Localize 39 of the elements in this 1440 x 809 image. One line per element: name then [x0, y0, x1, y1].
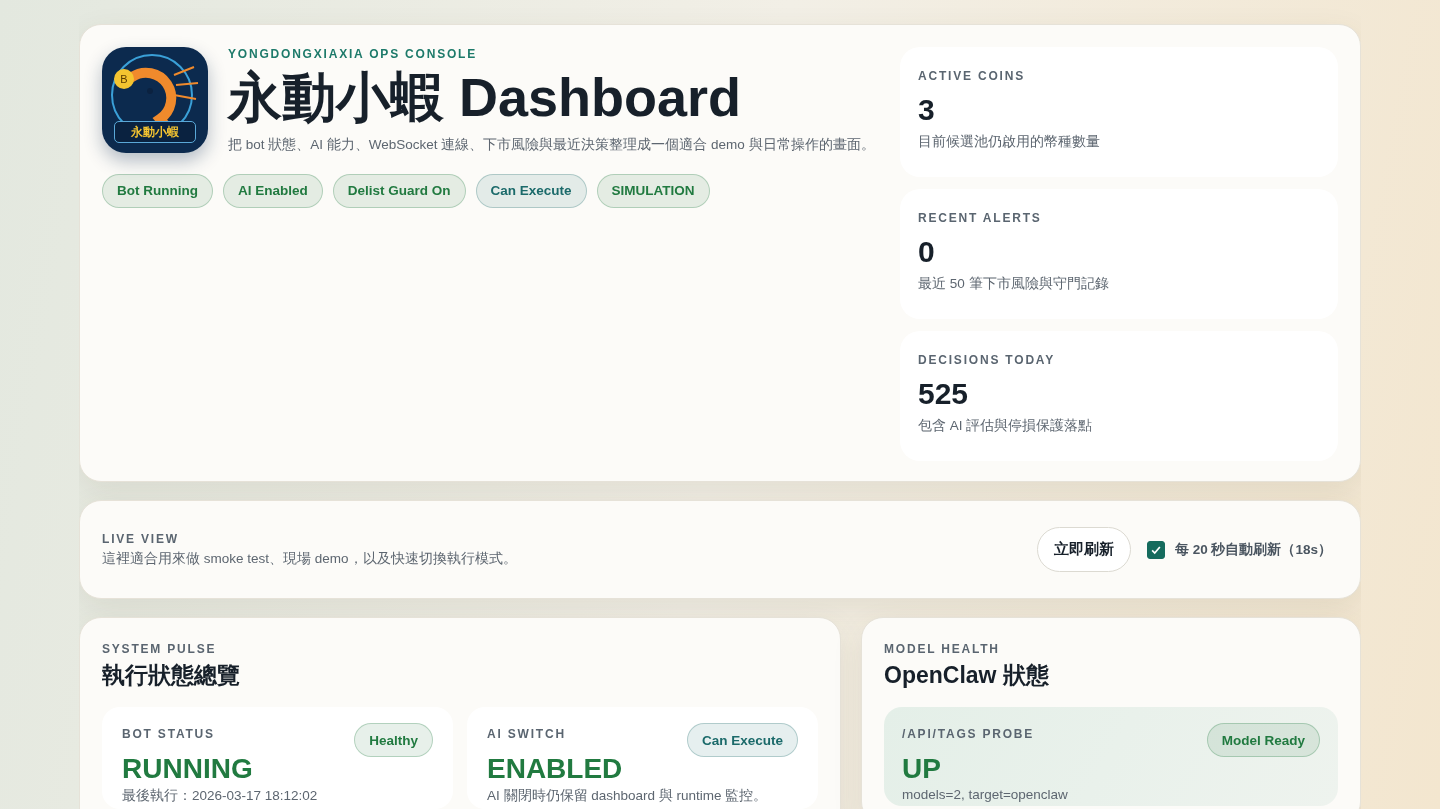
stat-label: RECENT ALERTS: [918, 211, 1043, 225]
status-note: 最後執行：2026-03-17 18:12:02: [122, 787, 319, 805]
console-eyebrow: YONGDONGXIAXIA OPS CONSOLE: [228, 47, 479, 61]
status-chip: AI Enabled: [223, 173, 323, 208]
stat-value: 525: [918, 377, 970, 411]
status-chip: SIMULATION: [596, 173, 710, 208]
probe-note: models=2, target=openclaw: [902, 787, 1069, 802]
panel-title: OpenClaw 狀態: [884, 661, 1050, 690]
stat-label: DECISIONS TODAY: [918, 353, 1057, 367]
live-view-label: LIVE VIEW: [102, 531, 180, 546]
stat-note: 最近 50 筆下市風險與守門記錄: [918, 275, 1110, 293]
status-chip: Bot Running: [102, 173, 213, 208]
status-chip: Delist Guard On: [332, 173, 466, 208]
probe-value: UP: [902, 753, 942, 785]
probe-label: /API/TAGS PROBE: [902, 727, 1035, 741]
stat-note: 包含 AI 評估與停損保護落點: [918, 417, 1094, 435]
auto-refresh-checkbox[interactable]: [1146, 540, 1165, 559]
shrimp-logo-icon: B 永動小蝦: [102, 47, 208, 153]
stat-note: 目前候選池仍啟用的幣種數量: [918, 133, 1101, 151]
status-label: BOT STATUS: [122, 727, 215, 741]
stat-value: 3: [918, 93, 936, 127]
live-view-description: 這裡適合用來做 smoke test、現場 demo，以及快速切換執行模式。: [102, 549, 517, 568]
dashboard-subtitle: 把 bot 狀態、AI 能力、WebSocket 連線、下市風險與最近決策整理成一個適合 demo 與日常操作的畫面。: [228, 135, 875, 154]
panel-eyebrow: SYSTEM PULSE: [102, 642, 218, 656]
panel-title: 執行狀態總覽: [102, 661, 241, 690]
status-value: ENABLED: [487, 753, 624, 785]
status-label: AI SWITCH: [487, 727, 566, 741]
status-value: RUNNING: [122, 753, 254, 785]
status-note: AI 關閉時仍保留 dashboard 與 runtime 監控。: [487, 787, 769, 805]
status-badge: Healthy: [354, 723, 433, 757]
dashboard-title: 永動小蝦 Dashboard: [228, 69, 743, 126]
status-badge: Model Ready: [1206, 723, 1320, 757]
stat-value: 0: [918, 235, 936, 269]
refresh-button[interactable]: 立即刷新: [1036, 527, 1131, 572]
status-badge: Can Execute: [686, 723, 798, 757]
stat-label: ACTIVE COINS: [918, 69, 1026, 83]
panel-eyebrow: MODEL HEALTH: [884, 642, 1001, 656]
status-chip: Can Execute: [475, 173, 587, 208]
auto-refresh-label: 每 20 秒自動刷新（18s）: [1174, 540, 1332, 559]
